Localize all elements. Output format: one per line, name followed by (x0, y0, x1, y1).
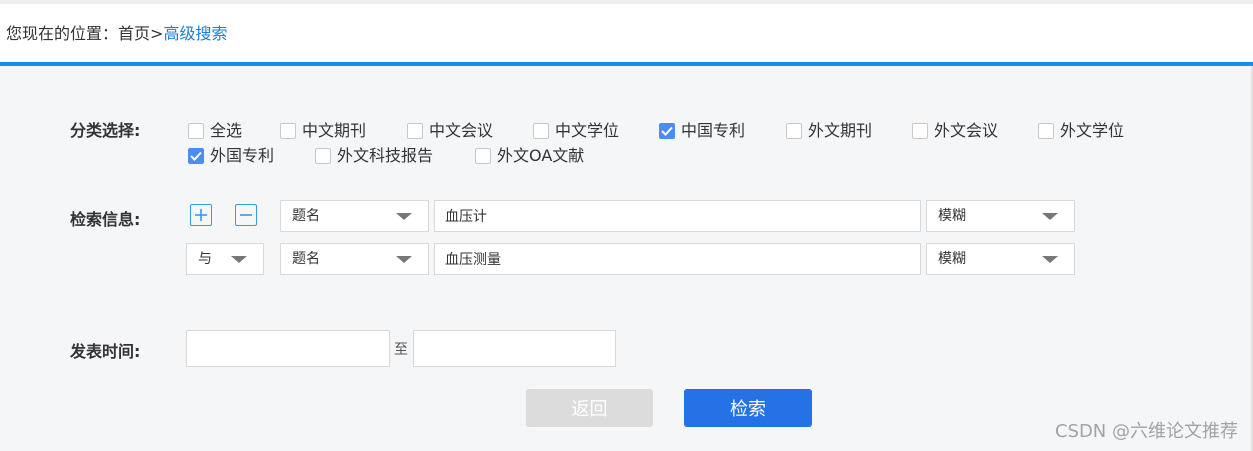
breadcrumb: 您现在的位置：首页>高级搜索 (6, 23, 227, 45)
checkbox-label: 中文会议 (429, 121, 494, 140)
field-select-value: 题名 (292, 208, 320, 224)
checkbox-foreign-conference[interactable]: 外文会议 (912, 121, 998, 141)
checkbox-label: 外文会议 (934, 121, 999, 140)
logic-select-value: 与 (198, 251, 212, 267)
breadcrumb-prefix: 您现在的位置： (6, 24, 119, 43)
minus-icon (240, 214, 252, 216)
checkbox-label: 中文期刊 (302, 121, 367, 140)
plus-icon (195, 209, 207, 221)
checkbox-label: 外国专利 (210, 146, 275, 165)
checkbox-icon (533, 123, 549, 139)
checkbox-label: 外文学位 (1060, 121, 1125, 140)
checkbox-chinese-degree[interactable]: 中文学位 (533, 121, 619, 141)
publish-time-label: 发表时间: (70, 342, 141, 361)
breadcrumb-separator: > (150, 24, 164, 43)
caret-down-icon (1042, 213, 1058, 220)
caret-down-icon (231, 256, 247, 263)
add-row-button[interactable] (190, 204, 212, 226)
checkbox-icon (475, 148, 491, 164)
checkbox-chinese-conference[interactable]: 中文会议 (407, 121, 493, 141)
date-range-separator: 至 (394, 342, 408, 358)
checkbox-icon (188, 123, 204, 139)
checkbox-label: 中国专利 (681, 121, 746, 140)
back-button[interactable]: 返回 (526, 389, 653, 427)
checkbox-icon (407, 123, 423, 139)
match-select-value: 模糊 (938, 251, 966, 267)
logic-select-2[interactable]: 与 (186, 243, 264, 275)
date-to-input[interactable] (413, 330, 616, 367)
checkbox-chinese-patent[interactable]: 中国专利 (659, 121, 745, 141)
caret-down-icon (396, 256, 412, 263)
checkbox-label: 外文科技报告 (337, 146, 434, 165)
checkbox-icon (786, 123, 802, 139)
remove-row-button[interactable] (235, 204, 257, 226)
checkbox-foreign-journal[interactable]: 外文期刊 (786, 121, 872, 141)
watermark-text: CSDN @六维论文推荐 (1054, 421, 1238, 442)
checkbox-label: 外文期刊 (808, 121, 873, 140)
checkbox-icon (1038, 123, 1054, 139)
breadcrumb-home-link[interactable]: 首页 (118, 24, 150, 43)
search-info-label: 检索信息: (70, 210, 141, 229)
search-term-input-2[interactable] (434, 243, 921, 275)
checkbox-label: 中文学位 (555, 121, 620, 140)
match-select-2[interactable]: 模糊 (926, 243, 1075, 275)
checkbox-foreign-patent[interactable]: 外国专利 (188, 146, 274, 166)
search-term-input-1[interactable] (434, 200, 921, 232)
breadcrumb-bar: 您现在的位置：首页>高级搜索 (0, 4, 1253, 62)
checkbox-foreign-oa[interactable]: 外文OA文献 (475, 146, 584, 166)
checkbox-icon (315, 148, 331, 164)
checkbox-label: 全选 (210, 121, 243, 140)
search-button[interactable]: 检索 (684, 389, 812, 427)
field-select-value: 题名 (292, 251, 320, 267)
checkbox-checked-icon (188, 148, 204, 164)
checkbox-foreign-degree[interactable]: 外文学位 (1038, 121, 1124, 141)
match-select-1[interactable]: 模糊 (926, 200, 1075, 232)
checkbox-label: 外文OA文献 (497, 146, 585, 165)
field-select-2[interactable]: 题名 (280, 243, 429, 275)
date-from-input[interactable] (186, 330, 390, 367)
breadcrumb-current-link[interactable]: 高级搜索 (163, 24, 227, 43)
checkbox-checked-icon (659, 123, 675, 139)
checkbox-foreign-tech-report[interactable]: 外文科技报告 (315, 146, 433, 166)
caret-down-icon (396, 213, 412, 220)
checkbox-icon (912, 123, 928, 139)
header-accent-line (0, 62, 1253, 66)
checkbox-select-all[interactable]: 全选 (188, 121, 242, 141)
checkbox-icon (280, 123, 296, 139)
match-select-value: 模糊 (938, 208, 966, 224)
category-label: 分类选择: (70, 121, 141, 140)
field-select-1[interactable]: 题名 (280, 200, 429, 232)
checkbox-chinese-journal[interactable]: 中文期刊 (280, 121, 366, 141)
caret-down-icon (1042, 256, 1058, 263)
